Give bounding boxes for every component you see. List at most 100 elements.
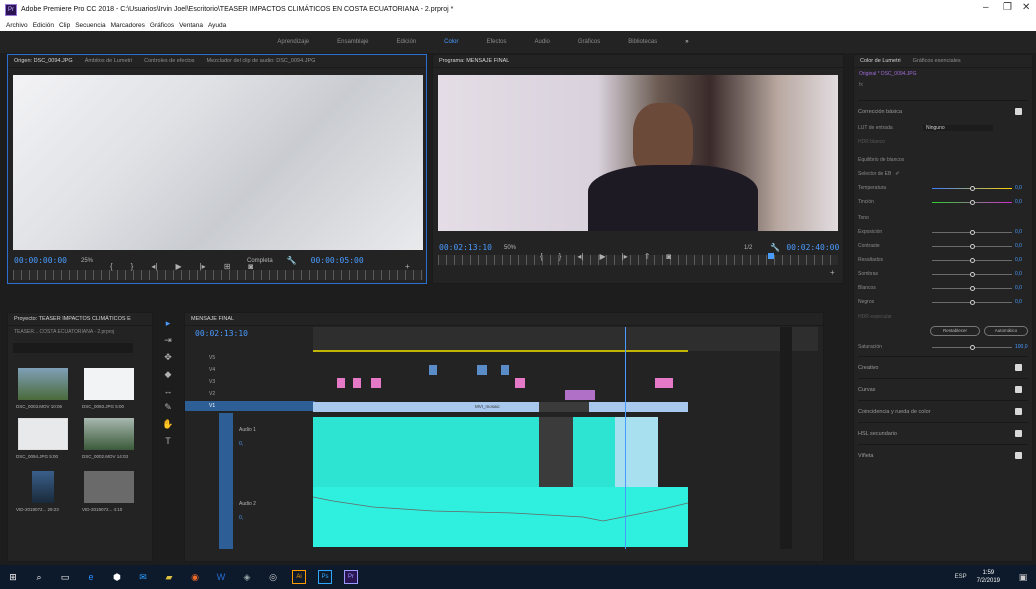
timeline-ruler[interactable] (313, 327, 818, 351)
pen-icon[interactable]: ✎ (164, 402, 172, 413)
audio-track-target[interactable] (219, 413, 233, 549)
tab-sequence[interactable]: MENSAJE FINAL (191, 316, 234, 322)
hand-icon[interactable]: ✋ (162, 419, 173, 430)
clip-v1-sequence[interactable] (313, 402, 688, 412)
add-button-icon[interactable]: + (405, 262, 410, 271)
program-playhead[interactable] (768, 253, 774, 259)
clip-pink[interactable] (371, 378, 381, 388)
section-vignette[interactable]: Viñeta (858, 444, 1028, 466)
tone-slider[interactable] (932, 300, 1012, 305)
clip-blue[interactable] (477, 365, 487, 375)
wrench-icon[interactable]: 🔧 (287, 256, 297, 265)
workspace-aprendizaje[interactable]: Aprendizaje (263, 39, 323, 45)
mark-in-icon[interactable]: { (110, 262, 113, 271)
workspace-color[interactable]: Color (430, 39, 472, 45)
ripple-edit-icon[interactable]: ✥ (164, 352, 172, 363)
selection-tool-icon[interactable]: ▸ (166, 318, 171, 329)
menu-archivo[interactable]: Archivo (6, 22, 28, 29)
reset-button[interactable]: Restablecer (930, 326, 980, 336)
menu-edicion[interactable]: Edición (33, 22, 54, 29)
menu-secuencia[interactable]: Secuencia (75, 22, 105, 29)
workspace-ensamblaje[interactable]: Ensamblaje (323, 39, 382, 45)
menu-ventana[interactable]: Ventana (179, 22, 203, 29)
source-timecode[interactable]: 00:00:00:00 (14, 256, 67, 265)
mail-icon[interactable]: ✉ (136, 570, 150, 584)
type-tool-icon[interactable]: T (165, 436, 171, 446)
eyedropper-icon[interactable]: ✐ (895, 171, 899, 177)
insert-icon[interactable]: ⊞ (224, 262, 231, 271)
tone-slider[interactable] (932, 272, 1012, 277)
close-icon[interactable]: ✕ (1022, 2, 1030, 13)
tab-program[interactable]: Programa: MENSAJE FINAL (439, 58, 509, 64)
menu-graficos[interactable]: Gráficos (150, 22, 174, 29)
clip-pink[interactable] (337, 378, 345, 388)
program-resolution[interactable]: 1/2 (744, 245, 752, 251)
tab-lumetri-color[interactable]: Color de Lumetri (860, 58, 901, 64)
tab-project[interactable]: Proyecto: TEASER IMPACTOS CLIMÁTICOS E (14, 316, 131, 322)
mark-out-icon[interactable]: } (131, 262, 134, 271)
lumetri-source[interactable]: Original * DSC_0094.JPG (854, 68, 1032, 80)
word-icon[interactable]: W (214, 570, 228, 584)
clip-pink[interactable] (353, 378, 361, 388)
audio1-clip-light[interactable] (615, 417, 658, 487)
clip-pink[interactable] (515, 378, 525, 388)
step-forward-icon[interactable]: |▸ (200, 262, 206, 271)
menu-ayuda[interactable]: Ayuda (208, 22, 226, 29)
tint-slider[interactable] (932, 200, 1012, 205)
mark-in-icon[interactable]: { (540, 252, 543, 261)
thumb-image[interactable] (32, 471, 54, 503)
edge-icon[interactable]: e (84, 570, 98, 584)
section-basic-correction[interactable]: Corrección básica (858, 100, 1028, 122)
project-search-input[interactable] (13, 343, 133, 353)
task-view-icon[interactable]: ▭ (58, 570, 72, 584)
program-timecode[interactable]: 00:02:13:10 (439, 243, 492, 252)
temperature-slider[interactable] (932, 186, 1012, 191)
lift-icon[interactable]: ⇑ (644, 252, 651, 261)
clock[interactable]: 1:59 7/2/2019 (977, 569, 1000, 585)
tab-effect-controls[interactable]: Controles de efectos (144, 58, 194, 64)
tone-header[interactable]: Tono (858, 212, 1028, 224)
illustrator-icon[interactable]: Ai (292, 570, 306, 584)
workspace-audio[interactable]: Audio (521, 39, 564, 45)
slip-icon[interactable]: ↔ (164, 386, 173, 396)
windows-start-icon[interactable]: ⊞ (6, 570, 20, 584)
thumb-image[interactable] (84, 418, 134, 450)
notifications-icon[interactable]: ▣ (1016, 570, 1030, 584)
workspace-efectos[interactable]: Efectos (473, 39, 521, 45)
folder-icon[interactable]: ▰ (162, 570, 176, 584)
fx-icon[interactable]: fx (854, 80, 1032, 90)
step-back-icon[interactable]: ◂| (151, 262, 157, 271)
clip-blue[interactable] (501, 365, 509, 375)
section-hsl[interactable]: HSL secundario (858, 422, 1028, 444)
auto-button[interactable]: Automático (984, 326, 1028, 336)
timeline-timecode[interactable]: 00:02:13:10 (195, 329, 248, 338)
step-back-icon[interactable]: ◂| (577, 252, 583, 261)
white-balance-header[interactable]: Equilibrio de blancos (858, 154, 1028, 166)
thumb-image[interactable] (84, 471, 134, 503)
program-zoom[interactable]: 50% (504, 245, 516, 251)
workspace-bibliotecas[interactable]: Bibliotecas (614, 39, 671, 45)
razor-icon[interactable]: ◆ (165, 369, 172, 380)
tone-slider[interactable] (932, 244, 1012, 249)
mark-out-icon[interactable]: } (559, 252, 562, 261)
restore-icon[interactable]: ❐ (1003, 2, 1012, 13)
workspace-edicion[interactable]: Edición (382, 39, 430, 45)
work-area-bar[interactable] (313, 350, 688, 352)
tab-essential-graphics[interactable]: Gráficos esenciales (913, 58, 961, 64)
clip-purple[interactable] (565, 390, 595, 400)
playhead[interactable] (625, 327, 626, 549)
section-color-match[interactable]: Coincidencia y rueda de color (858, 400, 1028, 422)
tab-audio-clip-mixer[interactable]: Mezclador del clip de audio: DSC_0094.JP… (207, 58, 316, 64)
search-icon[interactable]: ⌕ (32, 570, 46, 584)
section-creative[interactable]: Creativo (858, 356, 1028, 378)
saturation-slider[interactable] (932, 345, 1012, 350)
tone-slider[interactable] (932, 258, 1012, 263)
volume-rubberband[interactable] (312, 487, 689, 547)
chrome-icon[interactable]: ◉ (188, 570, 202, 584)
play-icon[interactable]: ▶ (175, 262, 181, 271)
menu-marcadores[interactable]: Marcadores (111, 22, 145, 29)
clip-blue[interactable] (429, 365, 437, 375)
workspace-graficos[interactable]: Gráficos (564, 39, 614, 45)
store-icon[interactable]: ⬢ (110, 570, 124, 584)
app-icon[interactable]: ◎ (266, 570, 280, 584)
